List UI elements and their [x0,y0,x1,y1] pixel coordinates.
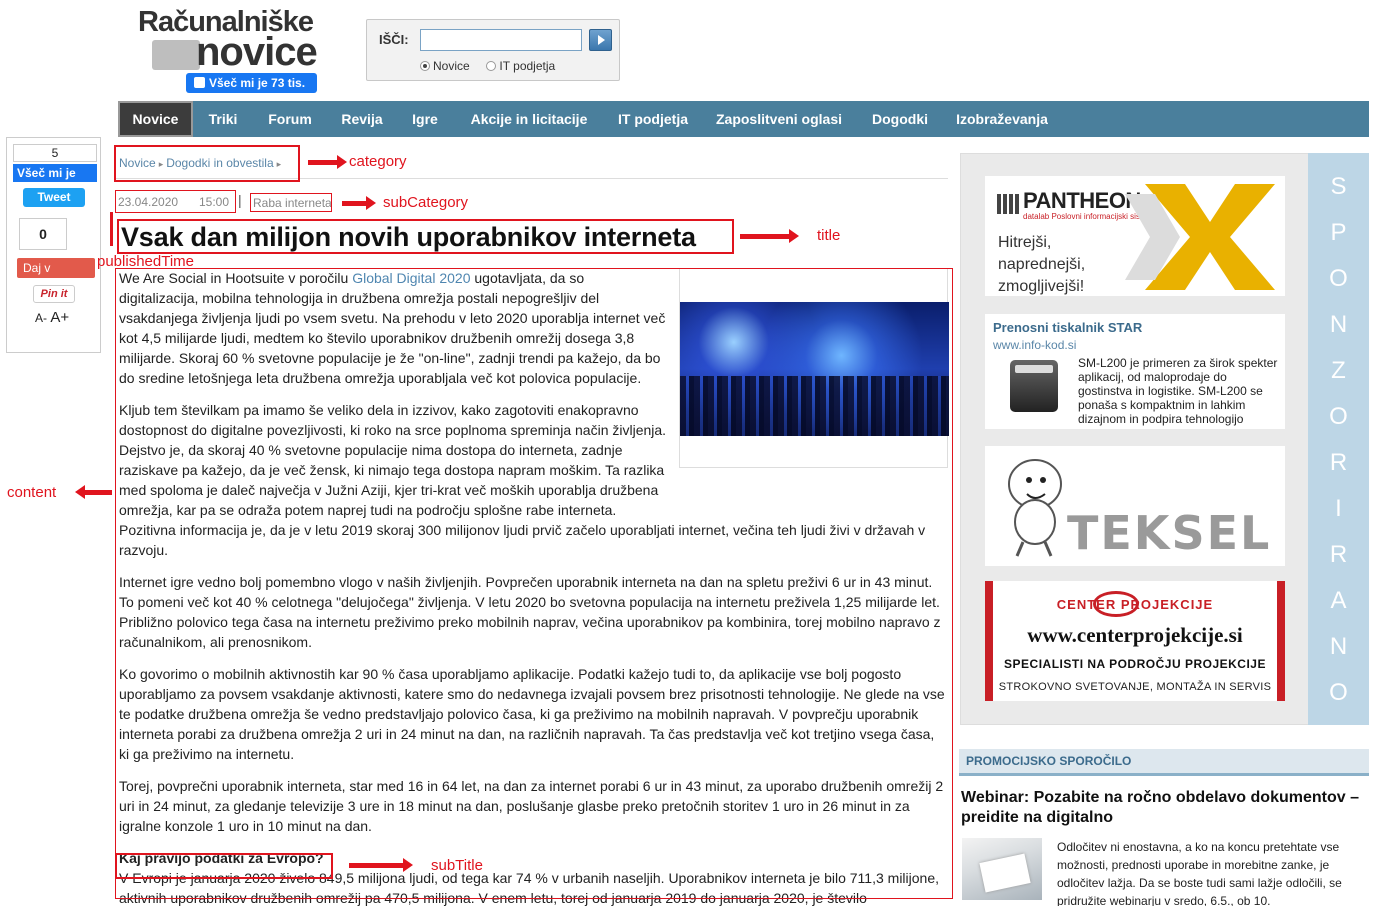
search-input[interactable] [420,29,582,51]
share-count: 0 [19,218,67,250]
nav-item-igre[interactable]: Igre [405,101,445,137]
facebook-like-small-label: Všeč mi je [17,166,76,180]
tweet-button[interactable]: Tweet [23,188,85,207]
share-sidebar: 5 Všeč mi je Tweet 0 Daj v Pin it A- A+ [6,137,101,353]
search-panel: IŠČI: Novice IT podjetja [366,19,620,81]
pantheon-logo-icon [997,194,1019,214]
radio-novice[interactable]: Novice [420,59,470,73]
nav-item-akcije[interactable]: Akcije in licitacije [463,101,595,137]
radio-selected-icon [420,61,430,71]
meta-separator: | [238,192,242,208]
sponsored-vertical-label: S P O N Z O R I R A N O [1308,153,1369,725]
star-printer-ad[interactable]: Prenosni tiskalnik STAR www.info-kod.si … [985,314,1285,429]
radio-novice-label: Novice [433,59,470,73]
sponz-letter: N [1329,633,1348,660]
category-box [114,145,300,182]
arrow-right-icon [740,229,799,243]
title-box [117,219,734,254]
title-annotation: title [817,227,841,244]
promo-image[interactable] [962,838,1042,900]
subcategory-box [250,193,332,212]
logo-line2: novice [196,30,318,74]
font-increase-button[interactable]: A+ [50,309,69,326]
star-ad-text: SM-L200 je primeren za širok spekter apl… [1078,356,1278,426]
teksel-wordmark: TEKSEL [1067,506,1272,560]
daj-v-label: Daj v [23,261,51,275]
like-count: 5 [13,144,97,162]
promo-header-label: PROMOCIJSKO SPOROČILO [966,754,1132,768]
promo-header: PROMOCIJSKO SPOROČILO [959,749,1369,776]
radio-it-podjetja-label: IT podjetja [499,59,556,73]
nav-item-forum[interactable]: Forum [260,101,320,137]
pantheon-ad[interactable]: PANTHEON datalab Poslovni informacijski … [985,176,1285,296]
nav-item-novice[interactable]: Novice [118,101,193,137]
thumbs-up-icon [194,77,205,88]
nav-item-izobrazevanja[interactable]: Izobraževanja [952,101,1052,137]
big-x-icon [1125,184,1275,290]
nav-item-dogodki[interactable]: Dogodki [865,101,935,137]
arrow-left-icon [75,485,112,499]
sponz-letter: N [1329,311,1348,338]
sponz-letter: R [1329,449,1348,476]
sponz-letter: I [1335,495,1342,522]
center-projekcije-ad[interactable]: CENTER PROJEKCIJE www.centerprojekcije.s… [985,581,1285,701]
promo-title[interactable]: Webinar: Pozabite na ročno obdelavo doku… [961,788,1361,828]
sponz-letter: A [1330,587,1347,614]
search-scope: Novice IT podjetja [420,59,555,73]
sponz-letter: O [1329,265,1348,292]
font-size-controls: A- A+ [35,309,69,326]
cp-url: www.centerprojekcije.si [1027,623,1243,647]
sponz-letter: R [1329,541,1348,568]
pinterest-button[interactable]: Pin it [33,285,75,303]
search-submit-button[interactable] [589,29,612,51]
published-time-box [115,190,236,213]
radio-unselected-icon [486,61,497,71]
sponz-letter: S [1330,173,1347,200]
content-box [115,268,953,899]
nav-item-zaposlitveni-oglasi[interactable]: Zaposlitveni oglasi [710,101,848,137]
arrow-down-icon [110,212,113,246]
star-ad-title: Prenosni tiskalnik STAR [993,320,1143,335]
facebook-like-button[interactable]: Všeč mi je 73 tis. [186,73,317,93]
facebook-like-label: Všeč mi je 73 tis. [209,76,306,90]
search-label: IŠČI: [379,32,409,47]
arrow-right-icon [308,155,347,169]
site-logo[interactable]: Računalniške novice [138,6,338,74]
sponz-letter: O [1329,403,1348,430]
teksel-ad[interactable]: TEKSEL [985,446,1285,566]
nav-item-revija[interactable]: Revija [334,101,390,137]
nav-item-triki[interactable]: Triki [201,101,245,137]
arrow-right-icon [349,858,413,872]
subtitle-annotation: subTitle [431,857,483,874]
nav-item-it-podjetja[interactable]: IT podjetja [611,101,695,137]
category-annotation: category [349,153,407,170]
subtitle-box [115,853,333,879]
sponz-letter: O [1329,679,1348,706]
tweet-label: Tweet [37,190,71,204]
arrow-right-icon [342,196,376,210]
main-nav: Novice Triki Forum Revija Igre Akcije in… [118,101,1369,137]
pantheon-tagline: Hitrejši, naprednejši, zmogljivejši! [998,234,1086,295]
cp-logo-icon [1093,591,1139,617]
sponz-letter: Z [1331,357,1346,384]
star-ad-url: www.info-kod.si [993,338,1077,352]
pin-it-label: Pin it [40,288,68,300]
tv-logo-icon [152,40,200,70]
content-annotation: content [7,484,57,501]
pantheon-brand: PANTHEON [1023,188,1141,213]
printer-image [1010,360,1058,412]
cp-services: STROKOVNO SVETOVANJE, MONTAŽA IN SERVIS [998,681,1272,693]
radio-it-podjetja[interactable]: IT podjetja [486,59,555,73]
daj-v-button[interactable]: Daj v [17,258,95,278]
font-decrease-button[interactable]: A- [35,311,47,325]
sponz-letter: P [1330,219,1347,246]
facebook-like-small-button[interactable]: Všeč mi je [13,164,97,182]
promo-text: Odločitev ni enostavna, a ko na koncu pr… [1057,840,1342,906]
subcategory-annotation: subCategory [383,194,469,211]
sheep-mascot-icon [1008,459,1062,557]
cp-tagline: SPECIALISTI NA PODROČJU PROJEKCIJE [1004,657,1266,671]
